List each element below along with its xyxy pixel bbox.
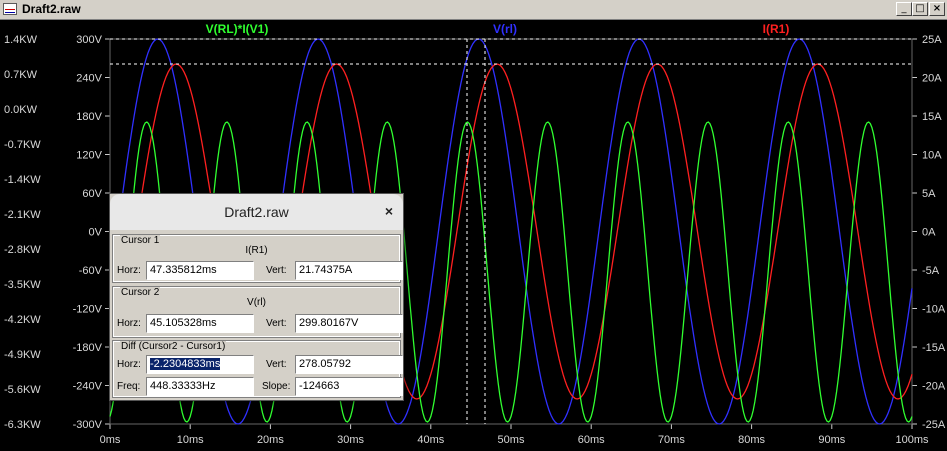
voltage-tick-label: -120V	[73, 304, 103, 316]
minimize-button[interactable]: _	[896, 2, 912, 16]
cursor1-vert-field[interactable]: 21.74375A	[295, 261, 403, 280]
diff-horz-selected-text: -2.2304833ms	[150, 358, 221, 370]
trace-label: I(R1)	[763, 22, 790, 36]
current-tick-label: 20A	[922, 73, 942, 85]
cursor-dialog-title: Draft2.raw	[224, 204, 289, 220]
voltage-tick-label: -180V	[73, 342, 103, 354]
diff-group: Diff (Cursor2 - Cursor1) Horz: -2.230483…	[112, 340, 403, 398]
cursor1-horz-label: Horz:	[117, 265, 141, 276]
x-tick-label: 20ms	[257, 434, 284, 446]
current-tick-label: 5A	[922, 188, 936, 200]
power-tick-label: -2.1KW	[4, 209, 41, 221]
trace-label: V(rl)	[493, 22, 517, 36]
diff-freq-field[interactable]: 448.33333Hz	[146, 377, 254, 396]
current-tick-label: 10A	[922, 150, 942, 162]
current-tick-label: 15A	[922, 111, 942, 123]
x-tick-label: 90ms	[818, 434, 845, 446]
x-tick-label: 80ms	[738, 434, 765, 446]
voltage-tick-label: -300V	[73, 419, 103, 431]
power-tick-label: 0.0KW	[4, 104, 38, 116]
voltage-tick-label: -240V	[73, 381, 103, 393]
current-tick-label: 0A	[922, 227, 936, 239]
voltage-tick-label: -60V	[79, 265, 103, 277]
cursor2-trace-name: V(rl)	[247, 297, 266, 308]
current-tick-label: 25A	[922, 34, 942, 46]
voltage-tick-label: 60V	[82, 188, 102, 200]
power-tick-label: 1.4KW	[4, 34, 38, 46]
diff-slope-field[interactable]: -124663	[295, 377, 403, 396]
close-window-button[interactable]: ×	[929, 2, 945, 16]
power-tick-label: -3.5KW	[4, 279, 41, 291]
trace-label: V(RL)*I(V1)	[206, 22, 269, 36]
power-tick-label: -4.2KW	[4, 314, 41, 326]
current-tick-label: -10A	[922, 304, 946, 316]
maximize-button[interactable]: □	[912, 2, 928, 16]
power-tick-label: -6.3KW	[4, 419, 41, 431]
cursor-dialog[interactable]: Draft2.raw × Cursor 1 I(R1) Horz: 47.335…	[109, 193, 404, 401]
window-title: Draft2.raw	[22, 2, 81, 16]
cursor1-trace-name: I(R1)	[245, 245, 268, 256]
x-tick-label: 10ms	[177, 434, 204, 446]
power-tick-label: -0.7KW	[4, 139, 41, 151]
x-tick-label: 70ms	[658, 434, 685, 446]
voltage-tick-label: 240V	[76, 73, 102, 85]
voltage-tick-label: 0V	[89, 227, 103, 239]
cursor-dialog-close-button[interactable]: ×	[385, 203, 393, 219]
voltage-tick-label: 180V	[76, 111, 102, 123]
voltage-tick-label: 120V	[76, 150, 102, 162]
cursor2-horz-label: Horz:	[117, 318, 141, 329]
current-tick-label: -15A	[922, 342, 946, 354]
cursor1-vert-label: Vert:	[266, 265, 287, 276]
power-tick-label: 0.7KW	[4, 69, 38, 81]
voltage-tick-label: 300V	[76, 34, 102, 46]
diff-group-label: Diff (Cursor2 - Cursor1)	[120, 341, 227, 352]
cursor2-horz-field[interactable]: 45.105328ms	[146, 314, 254, 333]
cursor2-vert-field[interactable]: 299.80167V	[295, 314, 403, 333]
diff-vert-field[interactable]: 278.05792	[295, 355, 403, 374]
power-tick-label: -2.8KW	[4, 244, 41, 256]
cursor-dialog-header[interactable]: Draft2.raw ×	[110, 194, 403, 230]
diff-freq-label: Freq:	[117, 381, 141, 392]
x-tick-label: 0ms	[100, 434, 121, 446]
current-tick-label: -5A	[922, 265, 940, 277]
cursor2-vert-label: Vert:	[266, 318, 287, 329]
cursor1-horz-field[interactable]: 47.335812ms	[146, 261, 254, 280]
x-tick-label: 100ms	[895, 434, 929, 446]
cursor1-group: Cursor 1 I(R1) Horz: 47.335812ms Vert: 2…	[112, 234, 403, 283]
power-tick-label: -1.4KW	[4, 174, 41, 186]
power-tick-label: -4.9KW	[4, 349, 41, 361]
diff-slope-label: Slope:	[262, 381, 291, 392]
x-tick-label: 30ms	[337, 434, 364, 446]
current-tick-label: -20A	[922, 381, 946, 393]
diff-vert-label: Vert:	[266, 359, 287, 370]
cursor2-group: Cursor 2 V(rl) Horz: 45.105328ms Vert: 2…	[112, 286, 403, 338]
waveform-app-icon	[3, 3, 17, 15]
x-tick-label: 50ms	[498, 434, 525, 446]
x-tick-label: 40ms	[417, 434, 444, 446]
diff-horz-label: Horz:	[117, 359, 141, 370]
diff-horz-field[interactable]: -2.2304833ms	[146, 355, 254, 374]
power-tick-label: -5.6KW	[4, 384, 41, 396]
window-titlebar: Draft2.raw _ □ ×	[0, 0, 947, 20]
current-tick-label: -25A	[922, 419, 946, 431]
x-tick-label: 60ms	[578, 434, 605, 446]
